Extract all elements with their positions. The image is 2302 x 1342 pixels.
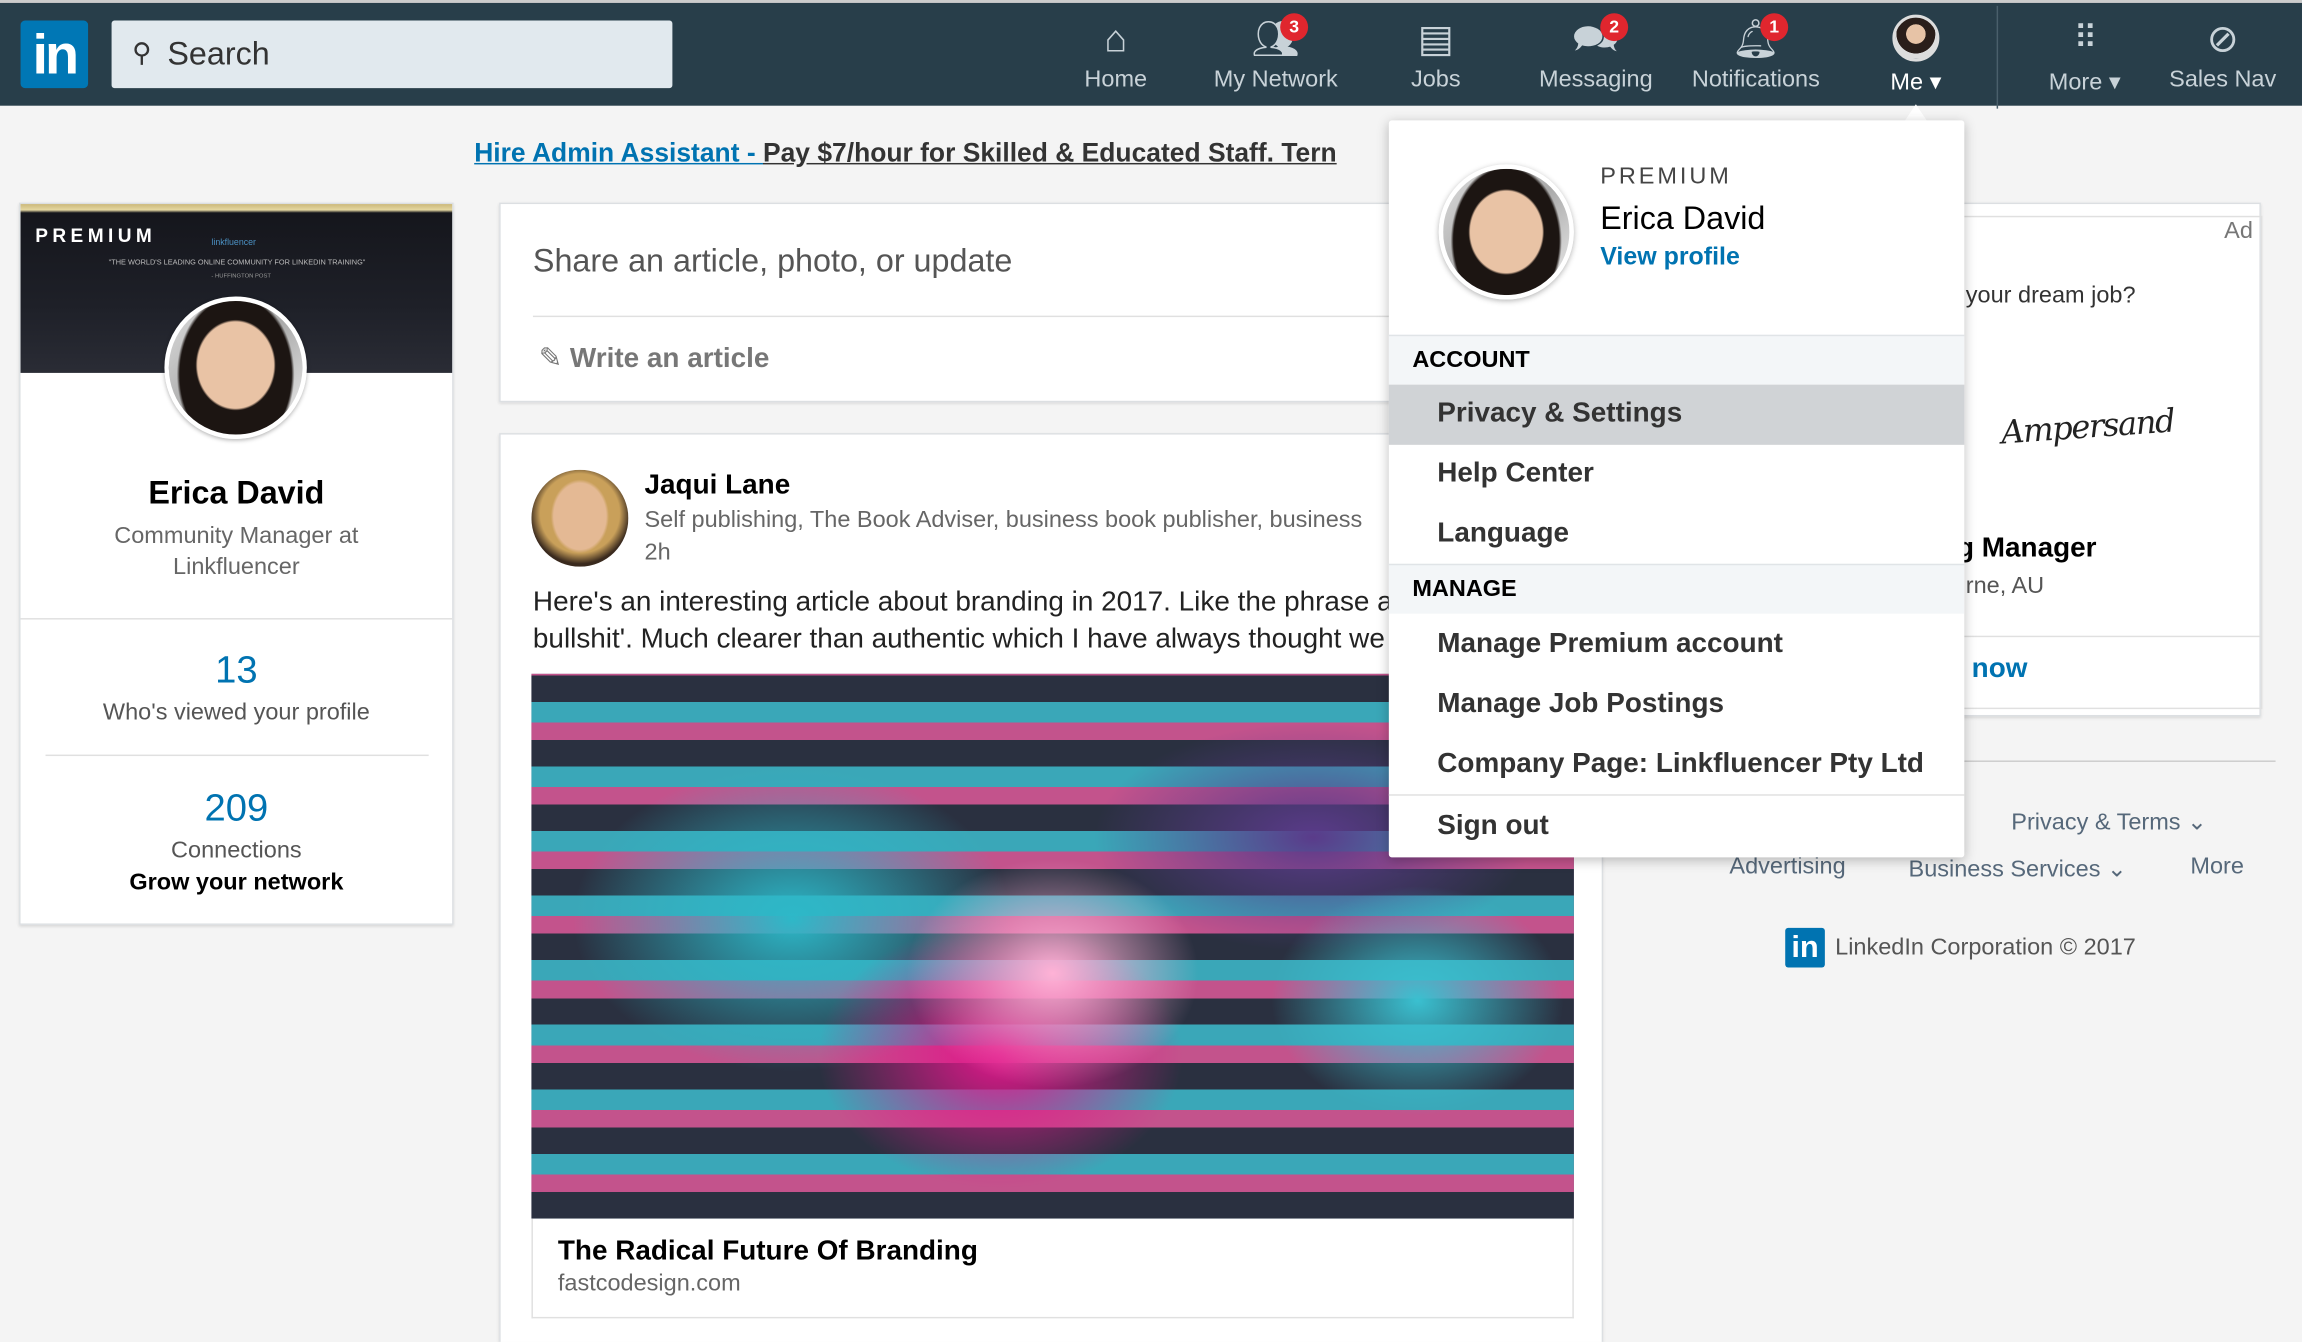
nav-label: Sales Nav	[2169, 67, 2277, 93]
menu-avatar[interactable]	[1438, 164, 1574, 300]
nav-label: Notifications	[1691, 67, 1820, 93]
menu-item-sign-out[interactable]: Sign out	[1389, 797, 1964, 857]
article-domain: fastcodesign.com	[557, 1271, 741, 1297]
banner-brand: linkfluencer	[211, 239, 256, 249]
briefcase-icon: ▤	[1417, 16, 1454, 61]
ad-link-title[interactable]: Hire Admin Assistant -	[474, 138, 763, 167]
connections-count[interactable]: 209	[21, 785, 453, 831]
ad-location: rne, AU	[1965, 574, 2045, 599]
search-input[interactable]: ⚲ Search	[111, 20, 673, 89]
ad-label: Ad	[2224, 218, 2253, 244]
author-headline: Self publishing, The Book Adviser, busin…	[644, 507, 1363, 533]
banner-source: - HUFFINGTON POST	[211, 271, 272, 279]
nav-label: More	[2048, 70, 2103, 96]
menu-item-language[interactable]: Language	[1389, 505, 1964, 565]
menu-item-privacy-settings[interactable]: Privacy & Settings	[1388, 384, 1965, 445]
post-text-line: bullshit'. Much clearer than authentic w…	[532, 623, 1385, 655]
profile-photo[interactable]	[164, 296, 307, 439]
ad-cta-button[interactable]: now	[1972, 653, 2028, 685]
nav-label: Messaging	[1539, 67, 1653, 93]
grid-icon: ⠿	[2073, 19, 2098, 56]
ad-question: your dream job?	[1965, 283, 2136, 309]
text-ad-link[interactable]: Hire Admin Assistant - Pay $7/hour for S…	[474, 138, 1336, 169]
network-icon: 👥︎	[1251, 16, 1301, 61]
write-article-label: Write an article	[569, 343, 770, 375]
post-time: 2h	[644, 540, 671, 566]
chevron-down-icon: ⌄	[2187, 810, 2207, 836]
profile-views-label[interactable]: Who's viewed your profile	[21, 700, 453, 726]
nav-my-network[interactable]: 👥︎ 3 My Network	[1199, 13, 1352, 103]
notification-badge: 1	[1760, 13, 1789, 42]
profile-title: Community Manager at Linkfluencer	[114, 524, 359, 580]
top-nav: in ⚲ Search ⌂ Home 👥︎ 3 My Network ▤ Job…	[0, 0, 2302, 109]
nav-jobs[interactable]: ▤ Jobs	[1359, 15, 1512, 103]
menu-item-company-page[interactable]: Company Page: Linkfluencer Pty Ltd	[1389, 736, 1964, 796]
notification-badge: 3	[1280, 13, 1309, 42]
caret-down-icon: ▾	[2108, 70, 2121, 96]
search-placeholder: Search	[167, 35, 270, 72]
me-dropdown-menu: PREMIUM Erica David View profile ACCOUNT…	[1388, 120, 1965, 858]
footer-advertising[interactable]: Advertising	[1729, 854, 1845, 880]
edit-icon: ✎	[538, 343, 563, 375]
nav-label: Home	[1084, 67, 1148, 93]
connections-label[interactable]: Connections	[21, 838, 453, 864]
menu-item-manage-premium[interactable]: Manage Premium account	[1389, 615, 1964, 675]
ad-link-text[interactable]: Pay $7/hour for Skilled & Educated Staff…	[763, 138, 1337, 167]
account-section-header: ACCOUNT	[1388, 334, 1965, 385]
footer-copyright: LinkedIn Corporation © 2017	[1835, 935, 2136, 961]
article-title[interactable]: The Radical Future Of Branding	[558, 1236, 978, 1268]
grow-network-link[interactable]: Grow your network	[21, 871, 453, 897]
ad-job-title[interactable]: g Manager	[1957, 533, 2097, 565]
premium-label: PREMIUM	[35, 224, 157, 247]
nav-home[interactable]: ⌂ Home	[1039, 15, 1192, 103]
avatar	[1892, 14, 1940, 62]
nav-notifications[interactable]: 🔔︎ 1 Notifications	[1680, 13, 1833, 103]
divider	[45, 754, 429, 757]
divider	[20, 618, 453, 620]
article-link[interactable]: The Radical Future Of Branding fastcodes…	[531, 1218, 1574, 1319]
menu-user-name: Erica David	[1600, 199, 1766, 237]
search-icon: ⚲	[132, 38, 152, 68]
nav-label: Me	[1890, 70, 1924, 96]
nav-messaging[interactable]: 🗪︎ 2 Messaging	[1519, 13, 1672, 103]
footer-business-services[interactable]: Business Services ⌄	[1909, 854, 2127, 883]
profile-card: PREMIUM linkfluencer "THE WORLD'S LEADIN…	[19, 202, 454, 925]
chevron-down-icon: ⌄	[2106, 857, 2127, 883]
author-avatar[interactable]	[531, 469, 629, 567]
bell-icon: 🔔︎	[1731, 16, 1781, 61]
nav-label: Jobs	[1410, 67, 1461, 93]
menu-item-manage-job-postings[interactable]: Manage Job Postings	[1389, 675, 1964, 735]
home-icon: ⌂	[1104, 16, 1128, 61]
nav-sales-nav[interactable]: ⊘ Sales Nav	[2146, 15, 2299, 103]
nav-label: My Network	[1213, 67, 1338, 93]
nav-more[interactable]: ⠿ More ▾	[2008, 15, 2161, 103]
menu-item-help-center[interactable]: Help Center	[1389, 445, 1964, 505]
notification-badge: 2	[1600, 13, 1629, 42]
divider	[1388, 794, 1965, 796]
nav-divider	[1996, 5, 1999, 109]
profile-views-count[interactable]: 13	[21, 647, 453, 693]
linkedin-page: in ⚲ Search ⌂ Home 👥︎ 3 My Network ▤ Job…	[0, 0, 2302, 1342]
banner-quote: "THE WORLD'S LEADING ONLINE COMMUNITY FO…	[108, 258, 366, 268]
write-article-button[interactable]: ✎ Write an article	[539, 342, 770, 376]
footer-privacy-terms[interactable]: Privacy & Terms ⌄	[2011, 807, 2206, 836]
nav-me[interactable]: Me ▾	[1840, 14, 1993, 103]
caret-down-icon: ▾	[1929, 70, 1942, 96]
footer-more[interactable]: More	[2190, 854, 2244, 880]
messaging-icon: 🗪︎	[1572, 16, 1620, 61]
dropdown-caret	[1904, 104, 1928, 122]
footer-linkedin-logo: in	[1785, 927, 1825, 968]
profile-name[interactable]: Erica David	[21, 474, 453, 512]
menu-premium-label: PREMIUM	[1600, 164, 1732, 190]
view-profile-link[interactable]: View profile	[1600, 242, 1740, 271]
compass-icon: ⊘	[2206, 16, 2239, 61]
share-prompt[interactable]: Share an article, photo, or update	[533, 242, 1012, 280]
post-text-line: Here's an interesting article about bran…	[532, 587, 1393, 619]
post-author[interactable]: Jaqui Lane	[645, 470, 791, 502]
manage-section-header: MANAGE	[1388, 563, 1965, 614]
linkedin-logo[interactable]: in	[20, 20, 89, 89]
